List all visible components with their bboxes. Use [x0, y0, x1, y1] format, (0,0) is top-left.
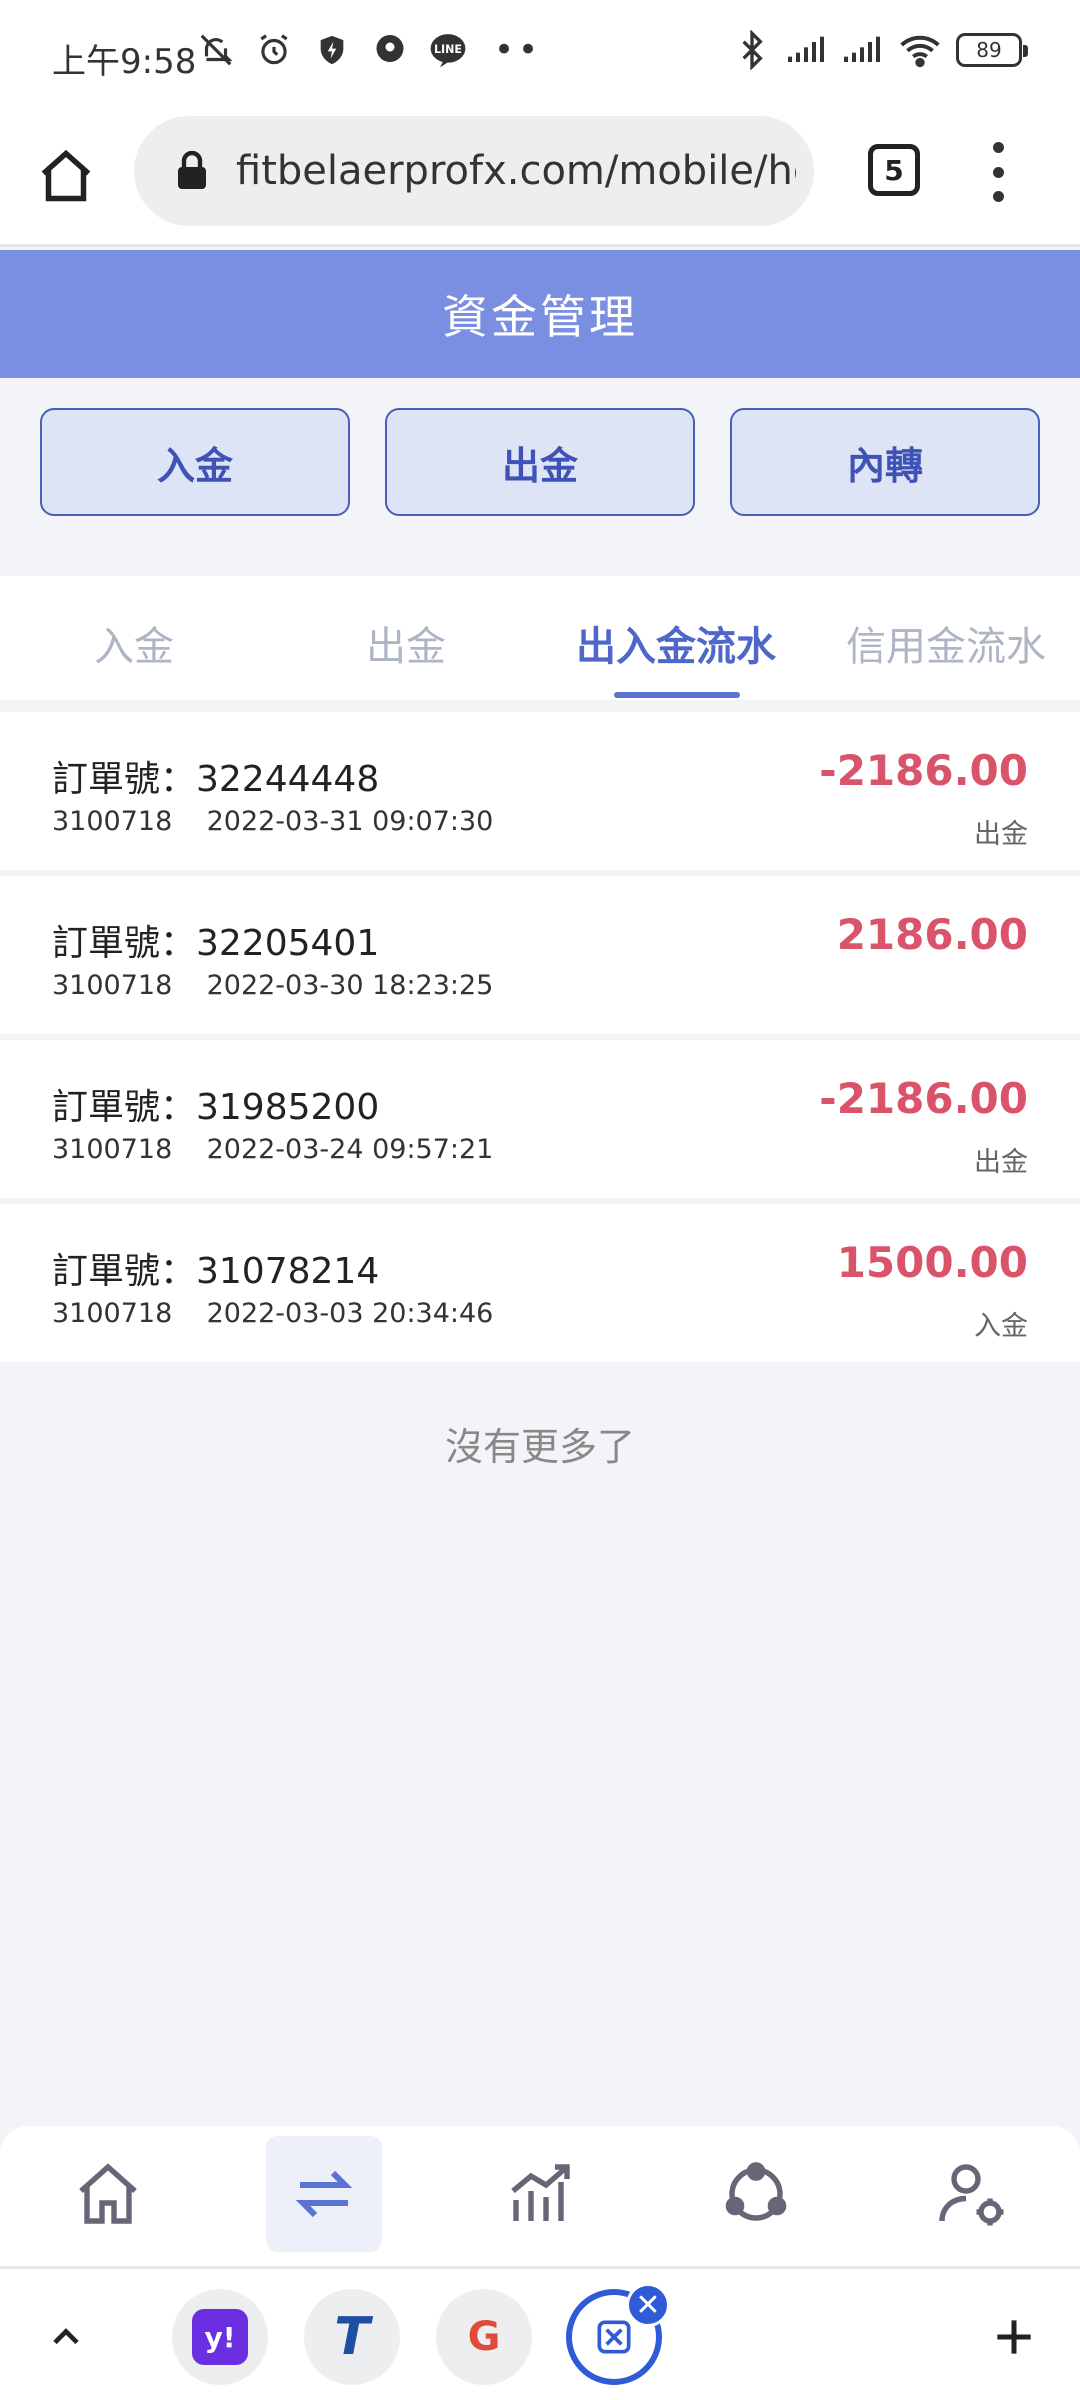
- svg-text:LINE: LINE: [434, 43, 462, 56]
- t-icon: T: [334, 2307, 370, 2367]
- transaction-datetime: 2022-03-24 09:57:21: [206, 1134, 494, 1165]
- nav-community[interactable]: [698, 2136, 814, 2252]
- nav-transfer[interactable]: [266, 2136, 382, 2252]
- transaction-amount: 2186.00: [836, 910, 1028, 959]
- list-end-text: 沒有更多了: [444, 1425, 635, 1469]
- transaction-meta: 3100718 2022-03-31 09:07:30: [52, 806, 493, 837]
- expand-toolbar-button[interactable]: [18, 2289, 114, 2385]
- lock-icon: [170, 149, 214, 193]
- transaction-type: 入金: [974, 1311, 1028, 1342]
- order-number: 訂單號：32244448: [52, 759, 380, 800]
- menu-dot-icon: [992, 191, 1004, 202]
- network-icon: [725, 2162, 787, 2221]
- yahoo-icon: y!: [192, 2309, 248, 2365]
- browser-toolbar: y! T G ✕: [0, 2266, 1080, 2400]
- transaction-list: 訂單號：32244448 3100718 2022-03-31 09:07:30…: [0, 712, 1080, 1368]
- order-number: 訂單號：31985200: [52, 1087, 380, 1128]
- more-notifications-icon: ••: [494, 30, 543, 70]
- internal-transfer-button[interactable]: 內轉: [730, 408, 1040, 516]
- alarm-icon: [254, 30, 294, 70]
- page-title: 資金管理: [442, 290, 638, 344]
- new-tab-button[interactable]: [966, 2289, 1062, 2385]
- google-icon: G: [467, 2314, 501, 2360]
- tab-deposit[interactable]: 入金: [94, 614, 174, 672]
- transaction-row[interactable]: 訂單號：31078214 3100718 2022-03-03 20:34:46…: [0, 1204, 1080, 1362]
- browser-address-bar: fitbelaerprofx.com/mobile/ho 5: [0, 112, 1080, 247]
- chevron-up-icon: [53, 2328, 79, 2345]
- signal-2-icon: [844, 30, 884, 70]
- browser-menu-button[interactable]: [986, 142, 1010, 202]
- transaction-amount: -2186.00: [819, 746, 1028, 795]
- active-tab-indicator: [614, 692, 740, 698]
- menu-dot-icon: [992, 142, 1004, 153]
- home-icon: [41, 149, 91, 202]
- status-icons-left: LINE ••: [196, 30, 542, 70]
- transaction-row[interactable]: 訂單號：31985200 3100718 2022-03-24 09:57:21…: [0, 1040, 1080, 1198]
- battery-icon: 89: [956, 33, 1028, 67]
- url-text: fitbelaerprofx.com/mobile/ho: [236, 148, 796, 194]
- nav-market[interactable]: [482, 2136, 598, 2252]
- plus-icon: [997, 2320, 1031, 2354]
- active-tab-thumbnail[interactable]: ✕: [566, 2283, 670, 2385]
- status-time: 上午9:58: [52, 42, 197, 82]
- nav-home[interactable]: [50, 2136, 166, 2252]
- nav-profile[interactable]: [914, 2136, 1030, 2252]
- tab-fund-flow[interactable]: 出入金流水: [576, 614, 776, 672]
- menu-dot-icon: [992, 166, 1004, 178]
- order-number: 訂單號：31078214: [52, 1251, 380, 1292]
- shortcut-yahoo[interactable]: y!: [172, 2289, 268, 2385]
- user-settings-icon: [939, 2164, 1004, 2226]
- fund-actions: 入金 出金 內轉: [0, 378, 1080, 576]
- transaction-meta: 3100718 2022-03-03 20:34:46: [52, 1298, 493, 1329]
- location-icon: [370, 30, 410, 70]
- account-id: 3100718: [52, 806, 173, 837]
- status-icons-right: 89: [732, 30, 1028, 70]
- shield-bolt-icon: [312, 30, 352, 70]
- transaction-datetime: 2022-03-30 18:23:25: [206, 970, 494, 1001]
- account-id: 3100718: [52, 1134, 173, 1165]
- signal-1-icon: [788, 30, 828, 70]
- mute-icon: [196, 30, 236, 70]
- transaction-row[interactable]: 訂單號：32205401 3100718 2022-03-30 18:23:25…: [0, 876, 1080, 1034]
- account-id: 3100718: [52, 970, 173, 1001]
- status-bar: 上午9:58 LINE •• 89: [0, 0, 1080, 112]
- url-field[interactable]: fitbelaerprofx.com/mobile/ho: [134, 116, 814, 226]
- close-tab-button[interactable]: ✕: [626, 2283, 670, 2327]
- deposit-button[interactable]: 入金: [40, 408, 350, 516]
- transaction-datetime: 2022-03-31 09:07:30: [206, 806, 494, 837]
- page-header: 資金管理: [0, 250, 1080, 378]
- transaction-type: 出金: [974, 819, 1028, 850]
- bluetooth-icon: [732, 30, 772, 70]
- transfer-icon: [295, 2170, 353, 2218]
- transaction-amount: -2186.00: [819, 1074, 1028, 1123]
- account-id: 3100718: [52, 1298, 173, 1329]
- shortcut-google[interactable]: G: [436, 2289, 532, 2385]
- chart-icon: [511, 2164, 570, 2221]
- shortcut-t[interactable]: T: [304, 2289, 400, 2385]
- page-icon: [597, 2320, 631, 2354]
- wifi-icon: [900, 30, 940, 70]
- transaction-amount: 1500.00: [836, 1238, 1028, 1287]
- tab-switcher-button[interactable]: 5: [868, 144, 920, 196]
- line-icon: LINE: [428, 30, 468, 70]
- tab-credit-flow[interactable]: 信用金流水: [846, 614, 1046, 672]
- transaction-type: 出金: [974, 1147, 1028, 1178]
- transaction-row[interactable]: 訂單號：32244448 3100718 2022-03-31 09:07:30…: [0, 712, 1080, 870]
- transaction-meta: 3100718 2022-03-24 09:57:21: [52, 1134, 493, 1165]
- record-tabs: 入金 出金 出入金流水 信用金流水: [0, 576, 1080, 700]
- transaction-meta: 3100718 2022-03-30 18:23:25: [52, 970, 493, 1001]
- withdraw-button[interactable]: 出金: [385, 408, 695, 516]
- tab-withdraw[interactable]: 出金: [366, 614, 446, 672]
- order-number: 訂單號：32205401: [52, 923, 380, 964]
- app-bottom-nav: [0, 2126, 1080, 2266]
- home-icon: [79, 2163, 137, 2224]
- transaction-datetime: 2022-03-03 20:34:46: [206, 1298, 494, 1329]
- browser-home-button[interactable]: [30, 140, 102, 212]
